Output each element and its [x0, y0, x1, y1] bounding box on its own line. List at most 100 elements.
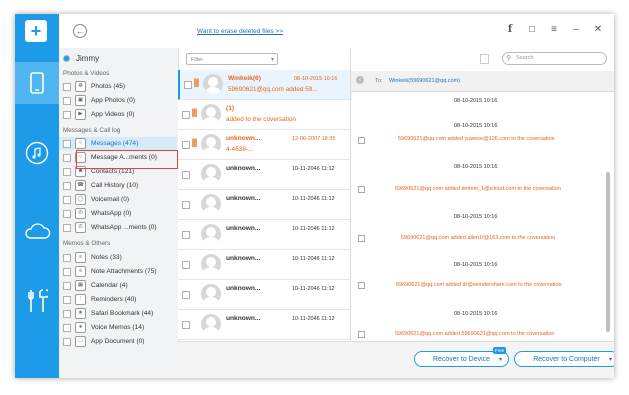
checkbox[interactable]	[63, 209, 71, 218]
copy-icon[interactable]	[480, 54, 489, 64]
recover-to-computer-button[interactable]: Recover to Computer ▾	[514, 351, 614, 367]
close-icon[interactable]: ✕	[592, 24, 604, 35]
message-row[interactable]: █ unknown... 12-06-2007 18:35 4-4638-...	[178, 130, 350, 160]
erase-files-link[interactable]: Want to erase deleted files >>	[197, 28, 283, 35]
entry-checkbox[interactable]	[358, 137, 365, 144]
recover-to-device-button[interactable]: Recover to Device ▾ Free	[414, 347, 509, 367]
phone-icon	[30, 72, 44, 94]
sidebar-item-calendar[interactable]: ▦ Calendar (4)	[59, 279, 177, 292]
checkbox[interactable]	[63, 295, 71, 304]
app-photos-icon: ▣	[75, 95, 86, 106]
sidebar-item-voice-memos[interactable]: ● Voice Memos (14)	[59, 321, 177, 334]
checkbox[interactable]	[63, 223, 71, 232]
device-row[interactable]: Jimmy	[63, 52, 99, 64]
back-arrow-icon[interactable]: ‹	[356, 76, 364, 84]
device-radio[interactable]	[63, 54, 70, 62]
facebook-icon[interactable]: f	[504, 24, 516, 35]
entry-date: 08-10-2015 10:16	[454, 262, 498, 268]
checkbox[interactable]	[63, 281, 71, 290]
to-label: To:	[375, 78, 383, 84]
message-list-pane: Filter ▾ █ Winkeik(6) 08-10-2015 10:16 5…	[178, 48, 352, 341]
entry-date: 08-10-2015 10:16	[454, 164, 498, 170]
selection-highlight-box	[76, 150, 178, 169]
rail-icloud[interactable]	[15, 210, 59, 252]
filter-dropdown[interactable]: Filter ▾	[186, 53, 278, 65]
rail-music[interactable]	[15, 132, 59, 174]
message-row[interactable]: unknown... 10-11-2046 11:12	[178, 190, 350, 220]
sidebar-item-app-photos[interactable]: ▣ App Photos (0)	[59, 94, 177, 107]
checkbox[interactable]	[182, 291, 190, 299]
checkbox[interactable]	[184, 81, 192, 89]
checkbox[interactable]	[63, 337, 71, 346]
checkbox[interactable]	[182, 141, 190, 149]
sidebar-item-photos[interactable]: ❁ Photos (45)	[59, 80, 177, 93]
menu-icon[interactable]: ≡	[548, 24, 560, 35]
checkbox[interactable]	[63, 181, 71, 190]
feedback-icon[interactable]: □	[526, 24, 538, 35]
checkbox[interactable]	[182, 171, 190, 179]
sidebar-item-messages[interactable]: ○ Messages (474)	[59, 137, 177, 150]
sidebar-item-label: Note Attachments (75)	[91, 268, 157, 275]
sidebar-item-label: WhatsApp (0)	[91, 210, 132, 217]
rail-phone[interactable]	[15, 62, 59, 104]
checkbox[interactable]	[63, 253, 71, 262]
checkbox[interactable]	[63, 195, 71, 204]
checkbox[interactable]	[63, 323, 71, 332]
back-button[interactable]: ←	[73, 24, 87, 38]
sidebar-item-notes[interactable]: ≡ Notes (33)	[59, 251, 177, 264]
checkbox[interactable]	[63, 82, 71, 91]
message-row[interactable]: unknown... 10-11-2046 11:12	[178, 280, 350, 310]
scrollbar[interactable]	[606, 172, 610, 332]
top-bar: ← Want to erase deleted files >> f □ ≡ –…	[59, 14, 614, 48]
rail-tools[interactable]	[15, 280, 59, 322]
entry-checkbox[interactable]	[358, 186, 365, 193]
file-type-sidebar: Jimmy Photos & Videos ❁ Photos (45) ▣ Ap…	[59, 48, 179, 378]
search-input[interactable]: ⚲ Search	[502, 52, 607, 65]
message-date: 08-10-2015 10:16	[294, 76, 338, 82]
sidebar-item-note-attachments[interactable]: ≡ Note Attachments (75)	[59, 265, 177, 278]
entry-checkbox[interactable]	[358, 331, 365, 338]
message-row[interactable]: █ (1) added to the coversation	[178, 100, 350, 130]
trash-icon: █	[192, 110, 197, 117]
sidebar-item-whatsapp[interactable]: ✆ WhatsApp (0)	[59, 207, 177, 220]
free-badge: Free	[493, 347, 507, 354]
checkbox[interactable]	[63, 139, 71, 148]
message-date: 10-11-2046 11:12	[292, 316, 335, 322]
chevron-down-icon: ▾	[270, 57, 274, 63]
message-row[interactable]: unknown... 10-11-2046 11:12	[178, 220, 350, 250]
checkbox[interactable]	[182, 231, 190, 239]
recipient-value: Winkeik(59690621@qq.com)	[389, 78, 461, 84]
checkbox[interactable]	[182, 321, 190, 329]
sidebar-item-safari-bookmark[interactable]: ★ Safari Bookmark (44)	[59, 307, 177, 320]
chevron-down-icon: ▾	[608, 357, 612, 363]
checkbox[interactable]	[63, 167, 71, 176]
sidebar-item-call-history[interactable]: ☎ Call History (10)	[59, 179, 177, 192]
message-row[interactable]: unknown... 10-11-2046 11:12	[178, 160, 350, 190]
entry-checkbox[interactable]	[358, 235, 365, 242]
section-title: Messages & Call log	[63, 127, 121, 134]
checkbox[interactable]	[182, 111, 190, 119]
message-sender: unknown...	[226, 165, 261, 172]
entry-checkbox[interactable]	[358, 282, 365, 289]
sidebar-item-reminders[interactable]: ⋮ Reminders (40)	[59, 293, 177, 306]
checkbox[interactable]	[63, 110, 71, 119]
checkbox[interactable]	[182, 201, 190, 209]
checkbox[interactable]	[63, 309, 71, 318]
message-row[interactable]: █ Winkeik(6) 08-10-2015 10:16 59690621@q…	[178, 70, 352, 100]
sidebar-item-label: WhatsApp ...ments (0)	[91, 224, 157, 231]
message-date: 10-11-2046 11:12	[292, 166, 335, 172]
entry-text: 59690621@qq.com added dmtest_1@icloud.co…	[395, 186, 561, 192]
sidebar-item-app-document[interactable]: □ App Document (0)	[59, 335, 177, 348]
checkbox[interactable]	[63, 96, 71, 105]
message-row[interactable]: unknown... 10-11-2046 11:12	[178, 310, 350, 340]
sidebar-item-app-videos[interactable]: ▶ App Videos (0)	[59, 108, 177, 121]
message-row[interactable]: unknown... 10-11-2046 11:12	[178, 250, 350, 280]
sidebar-item-label: App Document (0)	[91, 338, 145, 345]
minimize-icon[interactable]: –	[570, 24, 582, 35]
message-date: 10-11-2046 11:12	[292, 226, 335, 232]
sidebar-item-voicemail[interactable]: ◯ Voicemail (0)	[59, 193, 177, 206]
checkbox[interactable]	[182, 261, 190, 269]
checkbox[interactable]	[63, 153, 71, 162]
checkbox[interactable]	[63, 267, 71, 276]
sidebar-item-whatsapp-attachments[interactable]: ✆ WhatsApp ...ments (0)	[59, 221, 177, 234]
